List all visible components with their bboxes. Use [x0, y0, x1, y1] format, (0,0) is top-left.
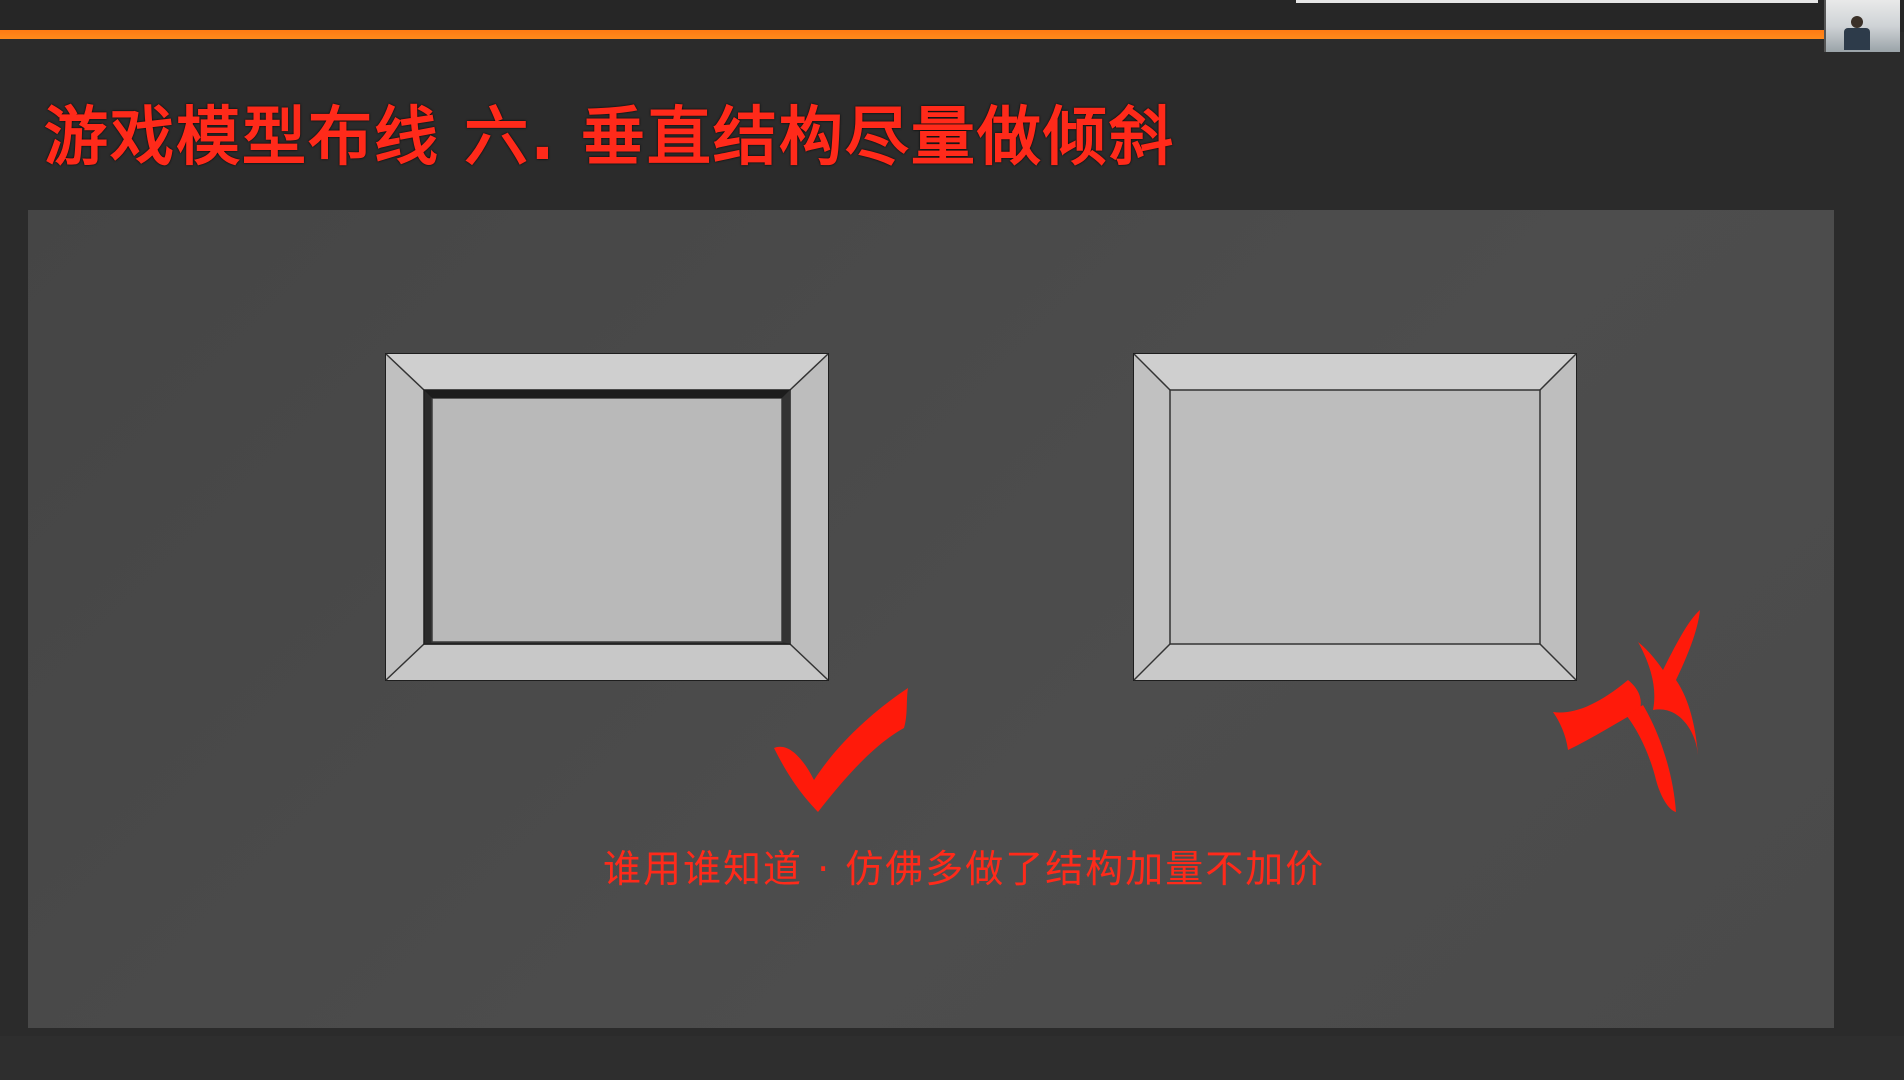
- webcam-thumbnail[interactable]: [1824, 0, 1900, 52]
- check-mark-icon: [774, 688, 908, 812]
- slide-title: 游戏模型布线 六. 垂直结构尽量做倾斜: [44, 101, 1175, 175]
- bottom-strip: [0, 1036, 1904, 1080]
- webcam-head: [1851, 16, 1863, 28]
- slide-content-panel: 谁用谁知道 · 仿佛多做了结构加量不加价: [28, 210, 1834, 1028]
- accent-divider: [0, 30, 1832, 39]
- slide-caption: 谁用谁知道 · 仿佛多做了结构加量不加价: [603, 847, 1326, 891]
- beveled-frame-example: [385, 353, 829, 681]
- frame-comparison-diagram: [385, 353, 1700, 812]
- top-toolbar: [0, 0, 1904, 32]
- webcam-person: [1844, 28, 1870, 50]
- flat-frame-example: [1133, 353, 1577, 681]
- top-address-bar[interactable]: [1296, 0, 1818, 3]
